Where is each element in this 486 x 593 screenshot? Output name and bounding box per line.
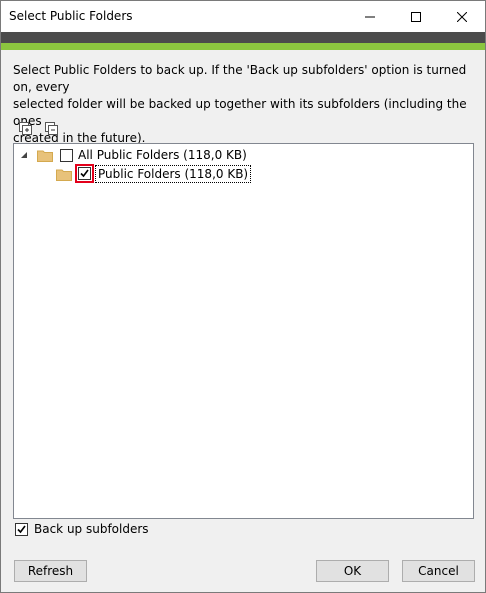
collapse-all-icon	[45, 122, 58, 135]
ok-button[interactable]: OK	[316, 560, 389, 582]
expand-all-icon	[19, 122, 32, 135]
title-bar: Select Public Folders	[1, 1, 485, 32]
public-folders-checkbox[interactable]	[78, 167, 91, 180]
window-title: Select Public Folders	[9, 9, 133, 23]
description-line: selected folder will be backed up togeth…	[13, 97, 467, 128]
description-line: Select Public Folders to back up. If the…	[13, 63, 467, 94]
header-accent-bar	[1, 43, 485, 50]
tree-item-label: Public Folders (118,0 KB)	[95, 165, 252, 183]
backup-subfolders-label[interactable]: Back up subfolders	[34, 522, 149, 536]
header-dark-bar	[1, 32, 485, 43]
folder-icon	[56, 169, 72, 181]
maximize-icon	[411, 11, 421, 22]
minimize-button[interactable]	[347, 1, 393, 32]
tree-item-all-public-folders[interactable]: All Public Folders (118,0 KB)	[14, 146, 471, 164]
maximize-button[interactable]	[393, 1, 439, 32]
folder-tree[interactable]: All Public Folders (118,0 KB) Public Fol…	[13, 143, 474, 519]
backup-subfolders-checkbox[interactable]	[15, 523, 28, 536]
tree-item-public-folders[interactable]: Public Folders (118,0 KB)	[14, 164, 471, 183]
cancel-button[interactable]: Cancel	[402, 560, 475, 582]
all-public-folders-checkbox[interactable]	[60, 149, 73, 162]
close-button[interactable]	[439, 1, 485, 32]
expand-all-button[interactable]	[18, 121, 34, 137]
refresh-button[interactable]: Refresh	[14, 560, 87, 582]
checkmark-icon	[80, 169, 89, 178]
checkmark-icon	[17, 525, 26, 534]
tree-item-label: All Public Folders (118,0 KB)	[78, 148, 247, 162]
minimize-icon	[365, 16, 375, 17]
select-public-folders-dialog: Select Public Folders Select Public Fold…	[0, 0, 486, 593]
close-icon	[457, 11, 467, 22]
expanded-triangle-icon[interactable]	[19, 150, 29, 160]
description-text: Select Public Folders to back up. If the…	[13, 62, 473, 147]
folder-icon	[37, 150, 53, 162]
collapse-all-button[interactable]	[44, 121, 60, 137]
